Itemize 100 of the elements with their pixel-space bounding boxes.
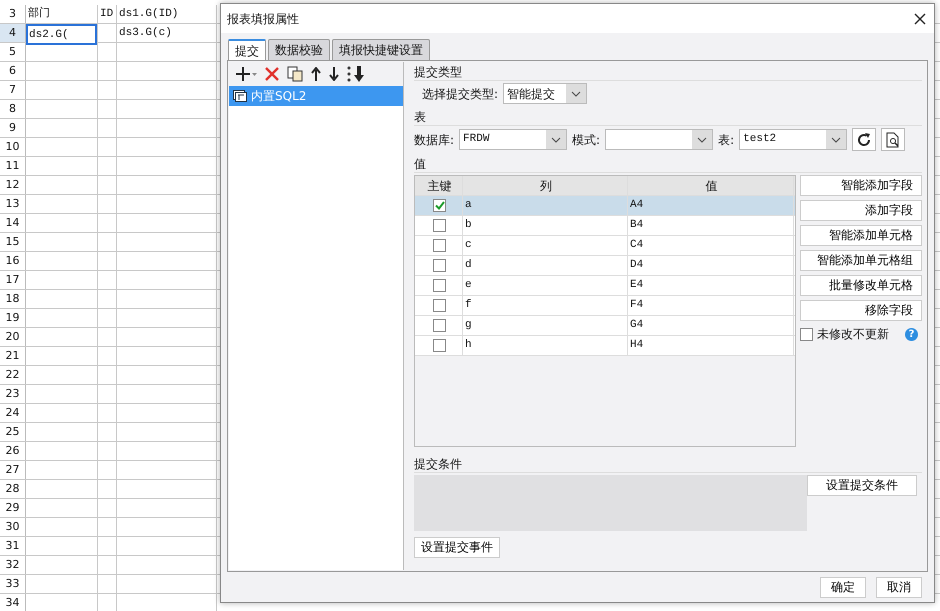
action-button[interactable]: 添加字段 [800,200,922,221]
checkbox[interactable] [433,199,446,212]
dialog-button[interactable]: 取消 [876,577,922,598]
table-cell: E4 [628,276,794,295]
row-number: 7 [8,82,17,98]
row-number: 31 [4,538,20,554]
refresh-icon [856,132,872,148]
checkbox[interactable] [433,299,446,312]
document-search-icon [886,132,900,148]
set-event-button[interactable]: 设置提交事件 [414,537,500,558]
set-condition-button[interactable]: 设置提交条件 [807,475,917,496]
action-button[interactable]: 智能添加单元格组 [800,250,922,271]
row-number: 5 [8,44,17,60]
table-cell: C4 [628,236,794,255]
row-number: 17 [4,272,20,288]
row-number: 33 [4,576,20,592]
checkbox[interactable] [800,328,813,340]
tab[interactable]: 数据校验 [268,39,330,60]
checkbox[interactable] [433,339,446,352]
action-button[interactable]: 智能添加单元格 [800,225,922,246]
delete-icon[interactable] [265,67,279,81]
table-row[interactable]: d D4 [415,256,795,276]
schema-dropdown[interactable] [605,129,714,150]
table-row[interactable]: b B4 [415,216,795,236]
table-cell[interactable]: ds3.G(c) [117,24,216,42]
tab[interactable]: 提交 [228,39,266,60]
row-number: 9 [8,120,17,136]
field-label: 表: [718,132,734,148]
row-number: 12 [4,177,20,193]
table-row[interactable]: h H4 [415,336,795,356]
action-button[interactable]: 移除字段 [800,300,922,321]
window-title: 报表填报属性 [227,10,299,28]
table-dropdown[interactable]: test2 [739,129,848,150]
table-row[interactable]: c C4 [415,236,795,256]
table-cell[interactable]: ds1.G(ID) [117,5,216,23]
row-number: 30 [4,519,20,535]
row-number: 10 [4,139,20,155]
tab[interactable]: 填报快捷键设置 [332,39,430,60]
table-cell: c [463,236,628,255]
table-cell: F4 [628,296,794,315]
checkbox[interactable] [433,219,446,232]
table-cell: e [463,276,628,295]
preview-button[interactable] [881,128,906,151]
row-number: 8 [8,101,17,117]
table-row[interactable]: f F4 [415,296,795,316]
caret-icon [551,136,562,142]
item-label: 内置SQL2 [251,88,306,105]
dialog-button[interactable]: 确定 [820,577,866,598]
check-icon [434,201,444,210]
row-number: 18 [4,291,20,307]
row-number: 26 [4,443,20,459]
row-number: 32 [4,557,20,573]
table-cell: B4 [628,216,794,235]
database-dropdown[interactable]: FRDW [459,129,568,150]
table-cell: h [463,336,628,355]
action-button[interactable]: 智能添加字段 [800,175,922,196]
table-cell[interactable]: 部门 [26,5,97,23]
row-number: 15 [4,234,20,250]
row-number: 14 [4,215,20,231]
checkbox[interactable] [433,239,446,252]
column-header: 列 [463,176,628,195]
section-heading: 值 [414,157,922,173]
table-cell[interactable]: ds2.G( [26,24,97,45]
caret-icon [571,90,582,96]
row-number: 20 [4,329,20,345]
checkbox[interactable] [433,319,446,332]
table-row[interactable]: g G4 [415,316,795,336]
row-number: 16 [4,253,20,269]
up-arrow-icon[interactable] [311,67,321,81]
row-number: 11 [4,158,20,174]
row-number: 28 [4,481,20,497]
table-cell[interactable]: ID [98,5,116,23]
caret-icon [697,136,708,142]
table-icon [233,90,247,102]
section-heading: 提交条件 [414,457,922,473]
row-number: 3 [8,6,17,22]
row-number: 4 [0,24,25,42]
down-arrow-icon[interactable] [329,67,339,81]
table-cell: d [463,256,628,275]
table-cell: G4 [628,316,794,335]
table-cell: g [463,316,628,335]
checkbox[interactable] [433,259,446,272]
table-cell: a [463,196,628,215]
checkbox[interactable] [433,279,446,292]
row-number: 21 [4,348,20,364]
row-number: 29 [4,500,20,516]
move-bottom-icon[interactable] [347,66,365,82]
add-icon[interactable] [235,67,257,81]
field-label: 选择提交类型: [422,86,498,102]
close-icon[interactable] [914,12,926,24]
field-label: 数据库: [414,132,454,148]
copy-icon[interactable] [287,66,303,82]
table-row[interactable]: a A4 [415,196,795,216]
action-button[interactable]: 批量修改单元格 [800,275,922,296]
refresh-button[interactable] [852,128,876,151]
row-number: 22 [4,367,20,383]
type-dropdown[interactable]: 智能提交 [503,83,588,104]
row-number: 25 [4,424,20,440]
table-row[interactable]: e E4 [415,276,795,296]
row-number: 24 [4,405,20,421]
